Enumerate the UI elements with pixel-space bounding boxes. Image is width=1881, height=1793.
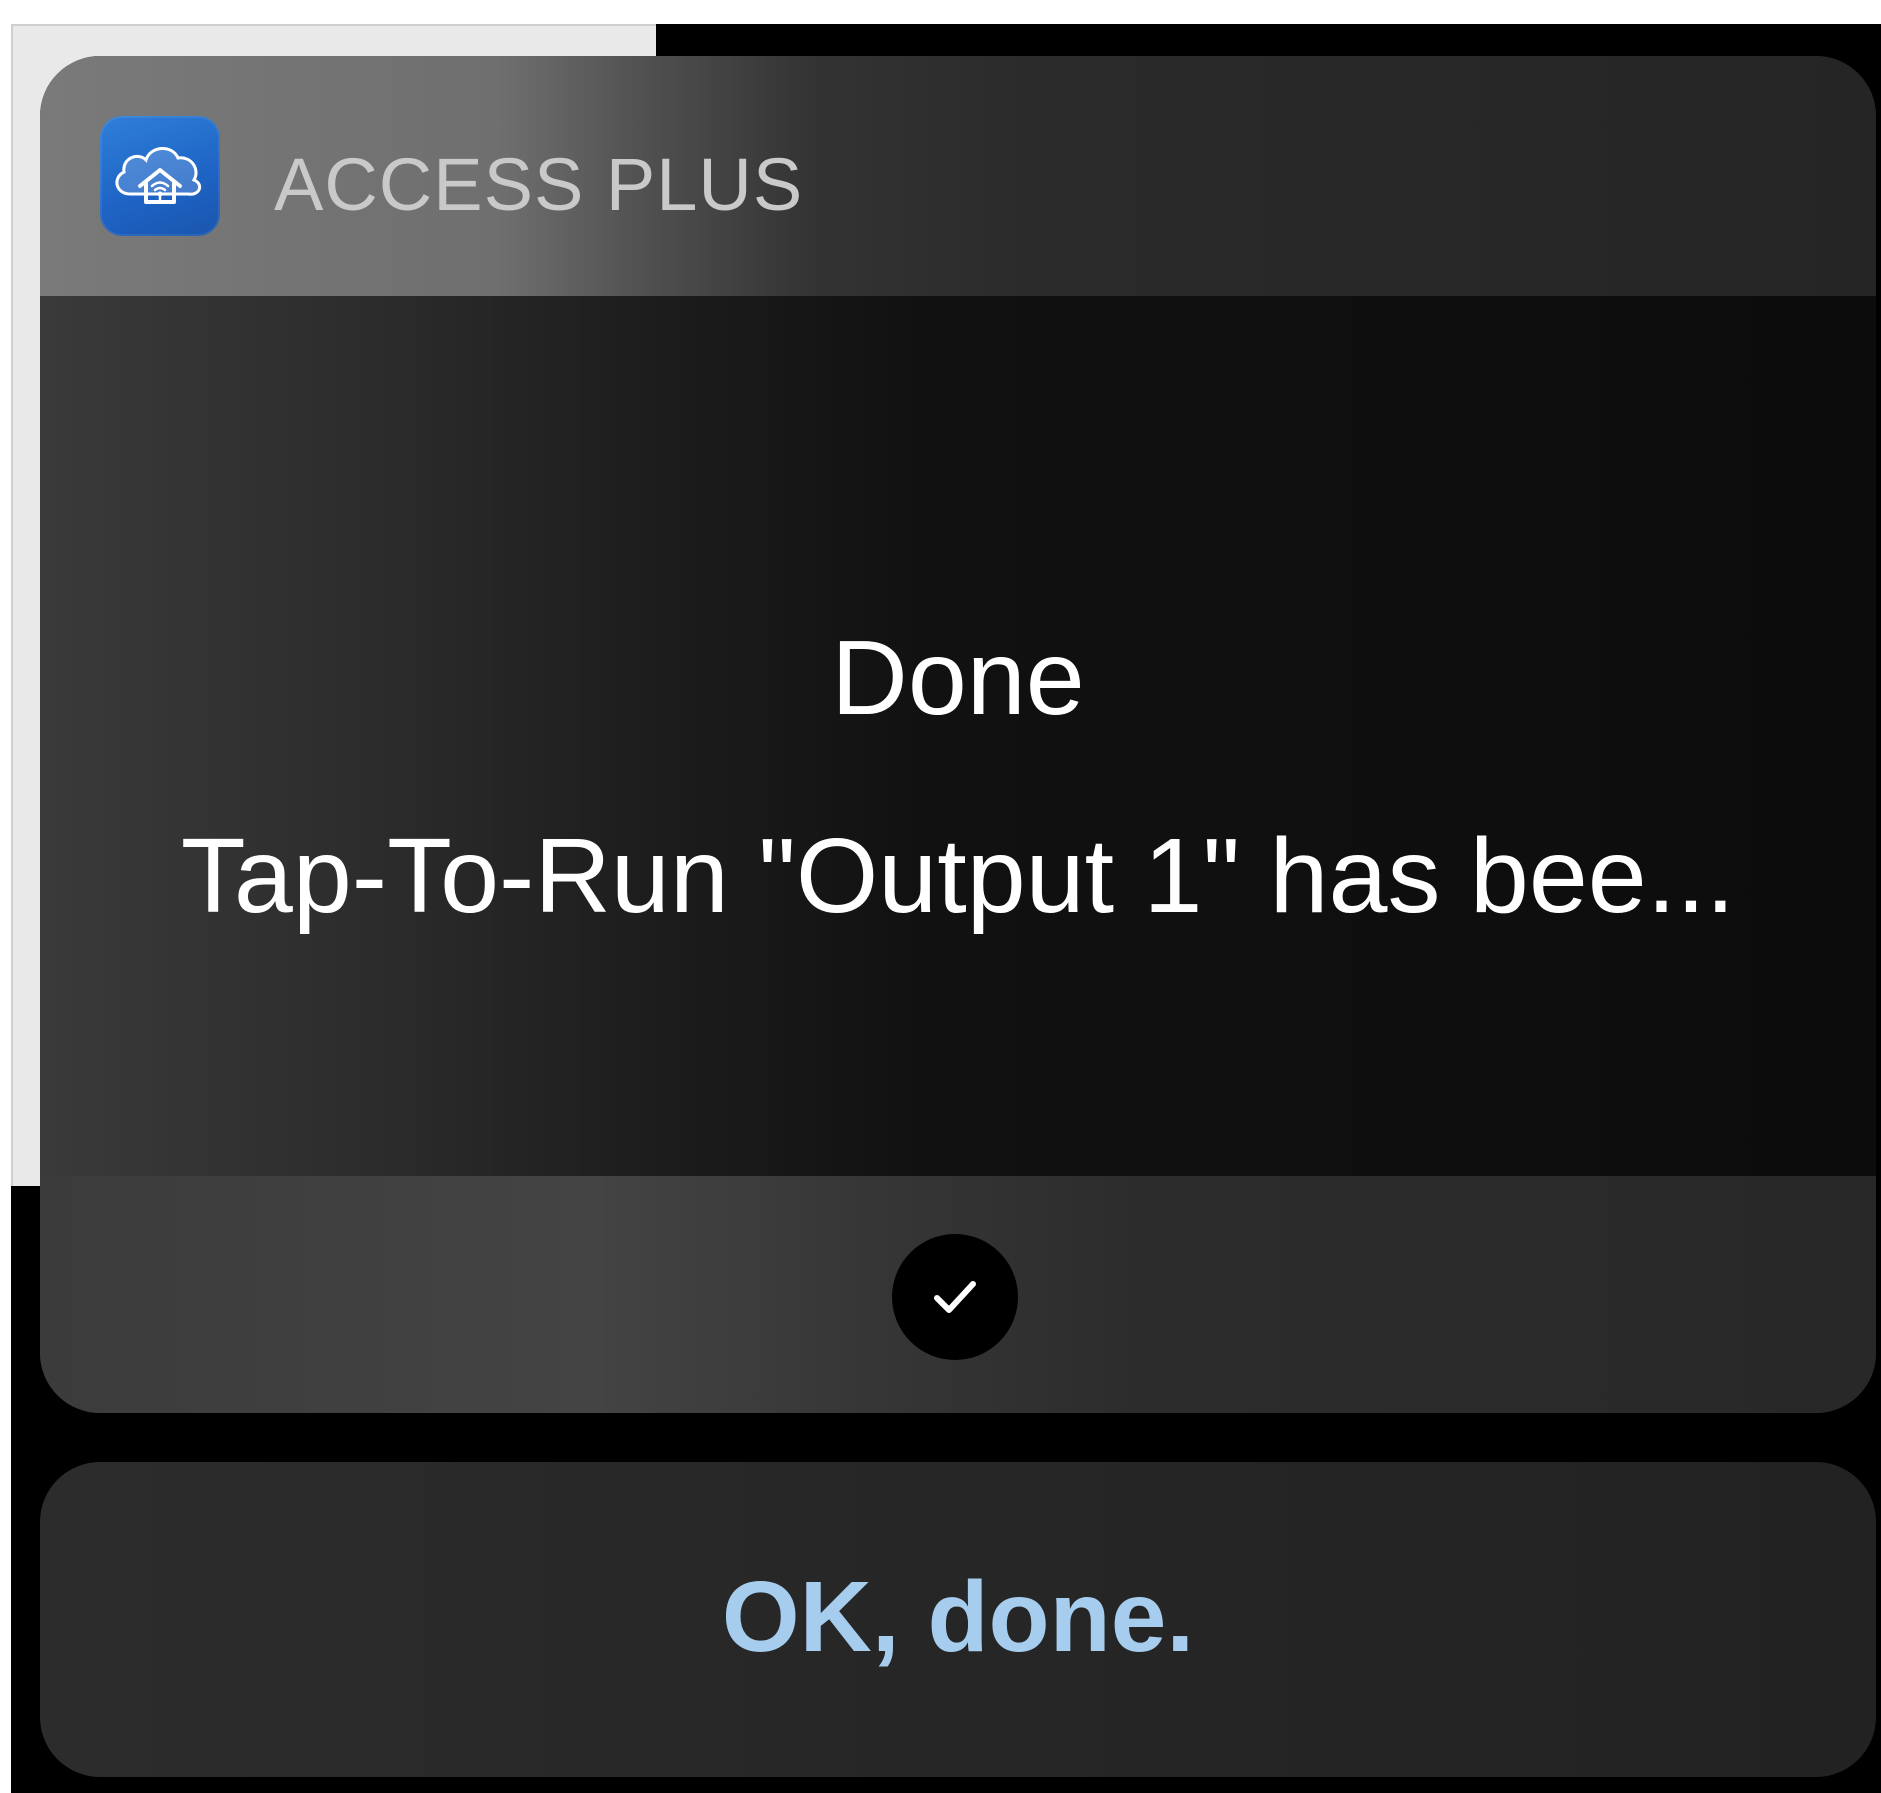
screen-frame: ACCESS PLUS Done Tap-To-Run "Output 1" h…: [11, 24, 1881, 1793]
notification-body: Done Tap-To-Run "Output 1" has bee...: [40, 296, 1876, 1176]
notification-header: ACCESS PLUS: [40, 56, 1876, 296]
cloud-home-wifi-icon: [100, 116, 220, 236]
checkmark-icon: [934, 1281, 976, 1313]
notification-card: ACCESS PLUS Done Tap-To-Run "Output 1" h…: [40, 56, 1876, 1413]
notification-title: Done: [831, 619, 1085, 737]
ok-done-button[interactable]: OK, done.: [40, 1462, 1876, 1777]
notification-footer: [40, 1176, 1876, 1413]
notification-message: Tap-To-Run "Output 1" has bee...: [180, 817, 1736, 935]
app-name: ACCESS PLUS: [274, 143, 804, 226]
confirm-check-button[interactable]: [892, 1234, 1018, 1360]
ok-done-label: OK, done.: [721, 1561, 1195, 1673]
